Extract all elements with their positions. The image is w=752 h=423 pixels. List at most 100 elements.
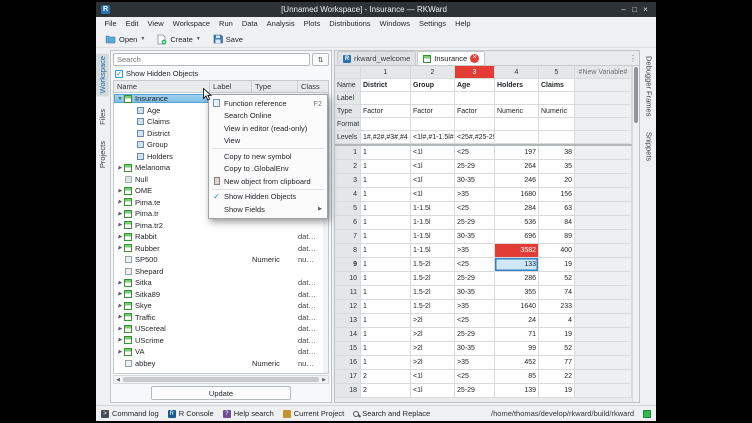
cell-new-variable[interactable] [575, 174, 632, 188]
cell[interactable] [411, 118, 455, 131]
row-number[interactable]: 16 [335, 356, 361, 370]
tab-insurance[interactable]: Insurance × [417, 51, 485, 65]
collapse-arrow-icon[interactable] [116, 96, 124, 102]
cell[interactable]: 20 [539, 174, 575, 188]
cell[interactable]: Numeric [495, 105, 539, 118]
cell[interactable]: 1640 [495, 300, 539, 314]
cell[interactable]: <25 [455, 314, 495, 328]
row-number[interactable]: 17 [335, 370, 361, 384]
close-tab-icon[interactable]: × [470, 54, 479, 63]
cell[interactable]: 1 [361, 202, 411, 216]
cell[interactable]: 696 [495, 230, 539, 244]
cell[interactable]: 1#,#2#,#3#,#4 [361, 131, 411, 144]
cell[interactable]: 74 [539, 286, 575, 300]
row-number[interactable]: 5 [335, 202, 361, 216]
row-number[interactable]: 10 [335, 272, 361, 286]
cell[interactable]: <25 [455, 146, 495, 160]
cell-new-variable[interactable] [575, 216, 632, 230]
cell[interactable]: <25#,#25-29#,… [455, 131, 495, 144]
row-number[interactable]: 18 [335, 384, 361, 398]
cell-new-variable[interactable] [575, 160, 632, 174]
cell[interactable]: 1.5-2l [411, 258, 455, 272]
cell[interactable]: 286 [495, 272, 539, 286]
menu-help[interactable]: Help [451, 17, 475, 31]
cell[interactable] [495, 92, 539, 105]
cell[interactable]: >2l [411, 342, 455, 356]
maximize-button[interactable]: □ [629, 2, 640, 17]
cell-new-variable[interactable] [575, 356, 632, 370]
cell[interactable]: 1 [361, 258, 411, 272]
row-number[interactable]: 3 [335, 174, 361, 188]
cell[interactable]: 2 [361, 370, 411, 384]
cell[interactable]: 1 [361, 160, 411, 174]
cell[interactable]: 1-1.5l [411, 244, 455, 258]
menu-item-search-online[interactable]: Search Online [209, 110, 327, 123]
cell[interactable]: <25 [455, 202, 495, 216]
cell-new-variable[interactable] [575, 202, 632, 216]
cell-selected[interactable]: 133 [495, 258, 539, 272]
tree-item[interactable]: SP500Numericnu… [114, 254, 328, 266]
cell[interactable]: <25 [455, 258, 495, 272]
expand-arrow-icon[interactable] [116, 280, 124, 286]
column-header-name[interactable]: Name [114, 81, 210, 92]
dock-tab-debugger-frames[interactable]: Debugger Frames [643, 53, 656, 119]
row-number[interactable]: 13 [335, 314, 361, 328]
column-header-label[interactable]: Label [210, 81, 252, 92]
cell[interactable] [539, 92, 575, 105]
cell-new-variable[interactable] [575, 230, 632, 244]
expand-arrow-icon[interactable] [116, 291, 124, 297]
cell[interactable]: 52 [539, 342, 575, 356]
tree-item[interactable]: Trafficdat… [114, 312, 328, 324]
scroll-left-icon[interactable]: ◀ [114, 377, 122, 383]
cell-new-variable[interactable] [575, 328, 632, 342]
tree-item[interactable]: Shepard [114, 266, 328, 278]
variable-name-cell[interactable]: Group [411, 79, 455, 92]
cell[interactable]: 1 [361, 314, 411, 328]
column-header[interactable]: 4 [495, 66, 539, 79]
cell-new-variable[interactable] [575, 131, 632, 144]
row-number[interactable]: 15 [335, 342, 361, 356]
cell[interactable]: 1.5-2l [411, 272, 455, 286]
cell-new-variable[interactable] [575, 272, 632, 286]
dock-tab-files[interactable]: Files [96, 106, 109, 128]
cell[interactable] [361, 92, 411, 105]
cell[interactable]: >35 [455, 300, 495, 314]
command-log-button[interactable]: >Command log [101, 409, 159, 418]
cell-new-variable[interactable] [575, 342, 632, 356]
cell[interactable] [539, 131, 575, 144]
cell-new-variable[interactable] [575, 314, 632, 328]
tree-item[interactable]: Pima.tr2 [114, 220, 328, 232]
cell[interactable]: >2l [411, 356, 455, 370]
cell[interactable]: 71 [495, 328, 539, 342]
cell[interactable]: 25-29 [455, 384, 495, 398]
cell[interactable]: 1 [361, 230, 411, 244]
cell-new-variable[interactable] [575, 258, 632, 272]
row-number[interactable]: 14 [335, 328, 361, 342]
menu-analysis[interactable]: Analysis [262, 17, 299, 31]
r-console-button[interactable]: RR Console [168, 409, 214, 418]
cell[interactable]: 99 [495, 342, 539, 356]
close-button[interactable]: × [640, 2, 651, 17]
column-header[interactable]: 2 [411, 66, 455, 79]
cell[interactable]: 1 [361, 174, 411, 188]
menu-data[interactable]: Data [237, 17, 262, 31]
expand-arrow-icon[interactable] [116, 188, 124, 194]
row-number[interactable]: 1 [335, 146, 361, 160]
cell[interactable]: <25 [455, 370, 495, 384]
tab-rkward-welcome[interactable]: R rkward_welcome [337, 51, 416, 65]
cell[interactable]: 1 [361, 286, 411, 300]
dock-tab-workspace[interactable]: Workspace [96, 53, 109, 96]
current-project-button[interactable]: Current Project [283, 409, 344, 418]
column-header-type[interactable]: Type [252, 81, 298, 92]
variable-name-cell[interactable]: District [361, 79, 411, 92]
menu-item-copy-to-new-symbol[interactable]: Copy to new symbol [209, 150, 327, 163]
show-hidden-checkbox[interactable]: ✓ [115, 70, 123, 78]
tree-item[interactable]: UScerealdat… [114, 323, 328, 335]
cell[interactable] [455, 118, 495, 131]
cell[interactable]: 30-35 [455, 174, 495, 188]
row-number[interactable]: 7 [335, 230, 361, 244]
cell[interactable]: >2l [411, 328, 455, 342]
row-number[interactable]: 11 [335, 286, 361, 300]
expand-arrow-icon[interactable] [116, 199, 124, 205]
cell-new-variable[interactable] [575, 79, 632, 92]
